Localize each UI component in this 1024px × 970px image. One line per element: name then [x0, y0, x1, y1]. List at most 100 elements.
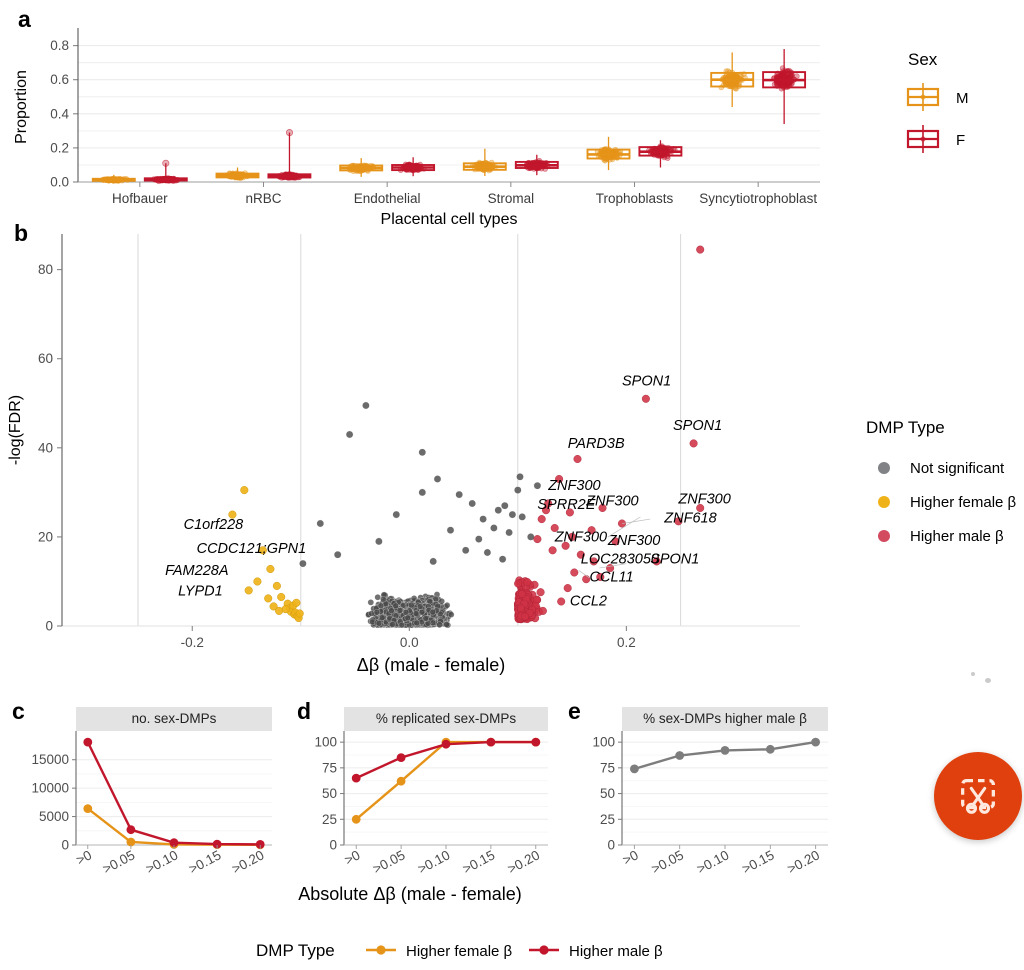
panel-a-category-label: Hofbauer [112, 191, 168, 206]
snip-tool-button[interactable] [934, 752, 1022, 840]
panel_e-ytick: 0 [607, 838, 615, 853]
bottom-legend-label-higher-male: Higher male β [569, 943, 663, 960]
panel_e-xtick: >0.05 [649, 847, 686, 876]
panel-a-legend: Sex M F [860, 45, 1024, 175]
legend-item-higher-male[interactable]: Higher male β [878, 528, 1004, 545]
gene-label: LOC283050 [581, 552, 659, 568]
legend-item-f[interactable]: F [908, 125, 965, 153]
panel_d-xtick: >0 [342, 847, 363, 867]
panel-a-ylabel: Proportion [13, 70, 30, 144]
panel_c-xtick: >0.20 [229, 847, 266, 876]
cursor-speck-1 [971, 672, 975, 676]
legend-label-higher-male: Higher male β [910, 528, 1004, 545]
panel_e-xtick: >0 [620, 847, 641, 867]
panel_c-xtick: >0.10 [143, 847, 180, 876]
bottom-legend-label-higher-female: Higher female β [406, 943, 513, 960]
panel_e-xtick: >0.10 [694, 847, 731, 876]
panel-b-ylabel: -log(FDR) [7, 395, 24, 465]
figure-root: a 0.00.20.40.60.8HofbauernRBCEndothelial… [0, 0, 1024, 963]
bottom-axis-title: Absolute Δβ (male - female) [0, 884, 820, 905]
panel_e-xtick: >0.15 [739, 847, 776, 876]
cursor-speck-2 [985, 678, 991, 683]
bottom-legend: DMP Type Higher female β Higher male β [200, 936, 820, 970]
panel_c-ytick: 5000 [39, 809, 69, 824]
panel-b-ytick: 40 [38, 440, 53, 455]
legend-title-dmp-type: DMP Type [866, 418, 945, 437]
panel_d-ytick: 50 [322, 786, 337, 801]
gene-label: SPON1 [650, 552, 699, 568]
panel-c-chart: no. sex-DMPs050001000015000>0>0.05>0.10>… [0, 703, 285, 878]
gene-label: CCDC121;GPN1 [197, 541, 307, 557]
legend-label-not-significant: Not significant [910, 460, 1005, 477]
panel-a-ytick: 0.2 [50, 140, 69, 155]
scissors-crop-icon [955, 773, 1001, 819]
panel_e-ytick: 25 [600, 812, 615, 827]
gene-label: LYPD1 [178, 583, 223, 599]
gene-label: CCL11 [590, 570, 634, 586]
panel-a-category-label: Syncytiotrophoblast [699, 191, 817, 206]
bottom-legend-item-higher-female[interactable]: Higher female β [366, 943, 513, 960]
panel_d-strip-title: % replicated sex-DMPs [376, 711, 517, 726]
gene-label: PARD3B [568, 436, 625, 452]
panel-a-ytick: 0.4 [50, 106, 69, 121]
panel_e-strip-title: % sex-DMPs higher male β [643, 711, 807, 726]
panel_d-ytick: 25 [322, 812, 337, 827]
panel_d-xtick: >0.10 [415, 847, 452, 876]
panel_c-xtick: >0 [74, 847, 95, 867]
gene-label: ZNF300 [607, 533, 660, 549]
panel-a-category-label: Trophoblasts [596, 191, 674, 206]
panel-b-xtick: -0.2 [181, 635, 204, 650]
panel-e-chart: % sex-DMPs higher male β 0 25 50 75 100 >0 >0.0… [560, 703, 860, 878]
legend-item-not-significant[interactable]: Not significant [878, 460, 1005, 477]
panel_e-ytick: 100 [592, 735, 615, 750]
legend-label-f: F [956, 132, 965, 149]
panel_c-strip-title: no. sex-DMPs [132, 711, 217, 726]
panel_e-ytick: 50 [600, 786, 615, 801]
panel_c-ytick: 10000 [31, 781, 69, 796]
panel-a-xlabel: Placental cell types [381, 211, 518, 228]
bottom-legend-item-higher-male[interactable]: Higher male β [529, 943, 663, 960]
panel-b-ytick: 20 [38, 529, 53, 544]
panel_c-xtick: >0.15 [186, 847, 223, 876]
panel-b-ytick: 80 [38, 262, 53, 277]
panel-b-xlabel: Δβ (male - female) [357, 655, 505, 675]
gene-label: FAM228A [165, 563, 228, 579]
bottom-legend-title: DMP Type [256, 941, 335, 960]
legend-item-m[interactable]: M [908, 83, 969, 111]
panel-b-ytick: 0 [45, 619, 53, 634]
panel-a-ytick: 0.6 [50, 72, 69, 87]
panel-b-legend: DMP Type Not significant Higher female β… [862, 415, 1024, 565]
legend-item-higher-female[interactable]: Higher female β [878, 494, 1017, 511]
gene-label: ZNF300 [547, 478, 600, 494]
panel-b-chart: C1orf228 CCDC121;GPN1 FAM228A LYPD1 SPON1 SPO… [0, 228, 830, 678]
panel_c-xtick: >0.05 [100, 847, 137, 876]
gene-label: SPON1 [673, 418, 722, 434]
panel-b-xtick: 0.0 [400, 635, 419, 650]
legend-title-sex: Sex [908, 50, 938, 69]
panel-b-xtick: 0.2 [617, 635, 636, 650]
gene-label: ZNF300 [585, 494, 638, 510]
gene-label: ZNF300 [677, 492, 730, 508]
panel-a-category-label: Stromal [488, 191, 535, 206]
panel-a-category-label: nRBC [245, 191, 281, 206]
gene-label: SPON1 [622, 374, 671, 390]
legend-label-m: M [956, 90, 969, 107]
panel_e-ytick: 75 [600, 760, 615, 775]
panel-a-chart: 0.00.20.40.60.8HofbauernRBCEndothelialSt… [0, 14, 840, 219]
panel-d-chart: % replicated sex-DMPs 0 25 50 75 100 >0 >0.05 >0… [286, 703, 566, 878]
panel_d-ytick: 75 [322, 760, 337, 775]
gene-label: C1orf228 [184, 517, 244, 533]
gene-label: ZNF300 [554, 529, 607, 545]
panel_e-xtick: >0.20 [785, 847, 822, 876]
legend-label-higher-female: Higher female β [910, 494, 1017, 511]
panel_d-ytick: 100 [314, 735, 337, 750]
panel_d-xtick: >0.05 [370, 847, 407, 876]
panel_d-ytick: 0 [329, 838, 337, 853]
panel_d-xtick: >0.15 [460, 847, 497, 876]
gene-label: ZNF618 [663, 511, 716, 527]
gene-label: CCL2 [570, 594, 607, 610]
panel-a-category-label: Endothelial [354, 191, 421, 206]
panel_d-xtick: >0.20 [505, 847, 542, 876]
panel_c-ytick: 15000 [31, 752, 69, 767]
panel-b-ytick: 60 [38, 351, 53, 366]
